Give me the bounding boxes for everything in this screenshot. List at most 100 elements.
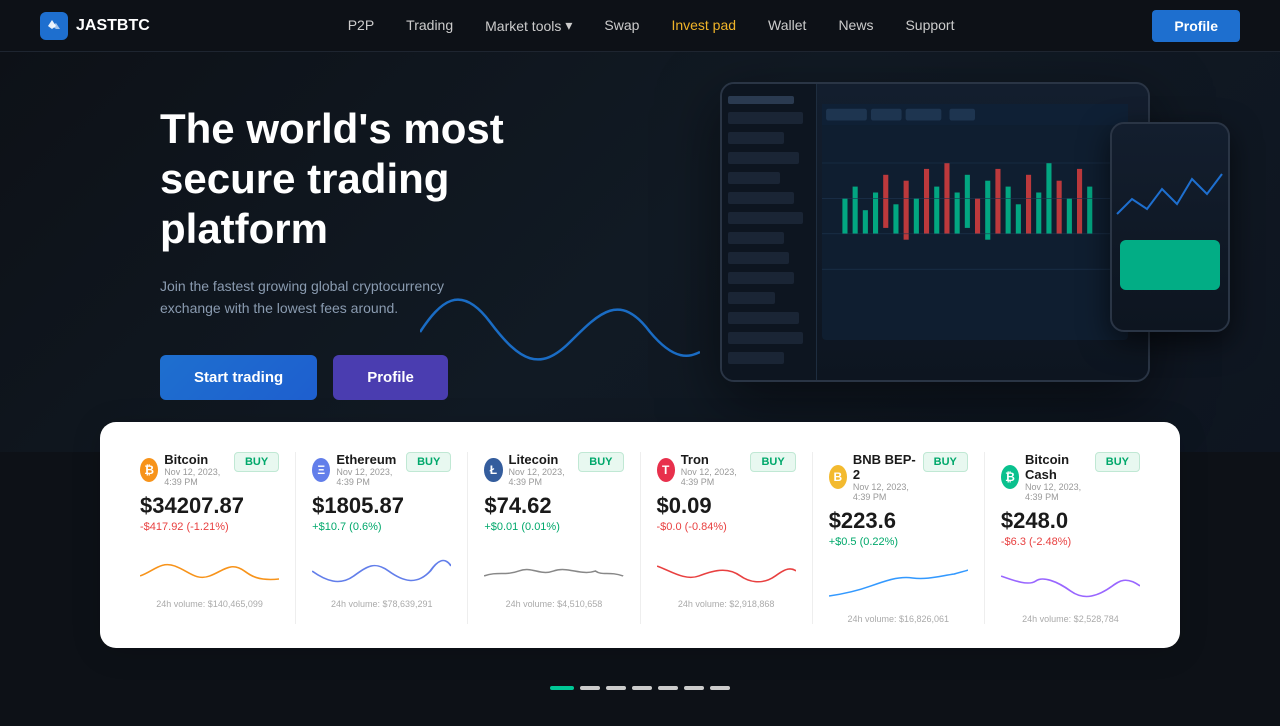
phone-screen	[1112, 124, 1228, 330]
coin-change-btc: -$417.92 (-1.21%)	[140, 521, 279, 533]
pagination-dot-5[interactable]	[684, 686, 704, 690]
coin-volume-trx: 24h volume: $2,918,868	[657, 599, 796, 609]
coin-card-ltc: Ł Litecoin Nov 12, 2023, 4:39 PM BUY $74…	[468, 452, 640, 624]
pagination-dot-4[interactable]	[658, 686, 678, 690]
mini-chart-btc	[140, 541, 279, 591]
coin-volume-eth: 24h volume: $78,639,291	[312, 599, 451, 609]
hero-buttons: Start trading Profile	[160, 355, 600, 400]
coin-info-bch: ₿ Bitcoin Cash Nov 12, 2023, 4:39 PM	[1001, 452, 1095, 502]
coin-cards-row: ₿ Bitcoin Nov 12, 2023, 4:39 PM BUY $342…	[124, 452, 1156, 624]
nav-trading[interactable]: Trading	[406, 17, 453, 33]
nav-profile-button[interactable]: Profile	[1152, 10, 1240, 42]
coin-price-btc: $34207.87	[140, 493, 279, 519]
buy-button-eth[interactable]: BUY	[406, 452, 451, 472]
nav-invest-pad[interactable]: Invest pad	[671, 17, 736, 33]
pagination-dot-3[interactable]	[632, 686, 652, 690]
coin-price-bnb: $223.6	[829, 508, 968, 534]
coin-header-bch: ₿ Bitcoin Cash Nov 12, 2023, 4:39 PM BUY	[1001, 452, 1140, 502]
coin-icon-ltc: Ł	[484, 458, 502, 482]
pagination-dot-1[interactable]	[580, 686, 600, 690]
coin-info-btc: ₿ Bitcoin Nov 12, 2023, 4:39 PM	[140, 452, 234, 487]
coin-name-block-trx: Tron Nov 12, 2023, 4:39 PM	[681, 452, 751, 487]
coin-icon-bch: ₿	[1001, 465, 1019, 489]
coin-volume-ltc: 24h volume: $4,510,658	[484, 599, 623, 609]
nav-p2p[interactable]: P2P	[348, 17, 374, 33]
nav-market-tools[interactable]: Market tools ▾	[485, 17, 572, 34]
brand-name: JASTBTC	[76, 17, 150, 35]
coin-volume-bch: 24h volume: $2,528,784	[1001, 614, 1140, 624]
chart-svg	[822, 104, 1128, 340]
coin-name-eth: Ethereum	[336, 452, 406, 467]
coin-name-block-ltc: Litecoin Nov 12, 2023, 4:39 PM	[509, 452, 579, 487]
coin-card-bnb: B BNB BEP-2 Nov 12, 2023, 4:39 PM BUY $2…	[813, 452, 985, 624]
hero-content: The world's most secure trading platform…	[0, 104, 600, 401]
coin-change-bnb: +$0.5 (0.22%)	[829, 536, 968, 548]
navbar: JASTBTC P2P Trading Market tools ▾ Swap …	[0, 0, 1280, 52]
nav-support[interactable]: Support	[905, 17, 954, 33]
coin-name-block-bch: Bitcoin Cash Nov 12, 2023, 4:39 PM	[1025, 452, 1095, 502]
coin-date-ltc: Nov 12, 2023, 4:39 PM	[509, 467, 579, 487]
phone-green-btn	[1120, 240, 1220, 290]
coin-card-trx: T Tron Nov 12, 2023, 4:39 PM BUY $0.09 -…	[641, 452, 813, 624]
coin-price-eth: $1805.87	[312, 493, 451, 519]
coin-name-bnb: BNB BEP-2	[853, 452, 923, 482]
coin-icon-btc: ₿	[140, 458, 158, 482]
mini-chart-eth	[312, 541, 451, 591]
coin-date-trx: Nov 12, 2023, 4:39 PM	[681, 467, 751, 487]
start-trading-button[interactable]: Start trading	[160, 355, 317, 400]
nav-news[interactable]: News	[838, 17, 873, 33]
mini-chart-ltc	[484, 541, 623, 591]
buy-button-bch[interactable]: BUY	[1095, 452, 1140, 472]
tablet-screen	[722, 84, 1148, 380]
hero-subtitle: Join the fastest growing global cryptocu…	[160, 275, 480, 320]
hero-profile-button[interactable]: Profile	[333, 355, 448, 400]
coin-change-eth: +$10.7 (0.6%)	[312, 521, 451, 533]
coin-header-trx: T Tron Nov 12, 2023, 4:39 PM BUY	[657, 452, 796, 487]
pagination-dot-6[interactable]	[710, 686, 730, 690]
pagination-dot-2[interactable]	[606, 686, 626, 690]
market-section: ₿ Bitcoin Nov 12, 2023, 4:39 PM BUY $342…	[100, 422, 1180, 648]
coin-header-ltc: Ł Litecoin Nov 12, 2023, 4:39 PM BUY	[484, 452, 623, 487]
coin-name-block-bnb: BNB BEP-2 Nov 12, 2023, 4:39 PM	[853, 452, 923, 502]
buy-button-trx[interactable]: BUY	[750, 452, 795, 472]
coin-icon-trx: T	[657, 458, 675, 482]
coin-icon-eth: Ξ	[312, 458, 330, 482]
coin-change-ltc: +$0.01 (0.01%)	[484, 521, 623, 533]
coin-date-btc: Nov 12, 2023, 4:39 PM	[164, 467, 234, 487]
coin-name-ltc: Litecoin	[509, 452, 579, 467]
coin-name-trx: Tron	[681, 452, 751, 467]
coin-info-bnb: B BNB BEP-2 Nov 12, 2023, 4:39 PM	[829, 452, 923, 502]
coin-date-bnb: Nov 12, 2023, 4:39 PM	[853, 482, 923, 502]
phone-chart	[1112, 134, 1230, 254]
nav-links: P2P Trading Market tools ▾ Swap Invest p…	[348, 17, 955, 35]
coin-price-bch: $248.0	[1001, 508, 1140, 534]
hero-title: The world's most secure trading platform	[160, 104, 600, 255]
logo-icon	[40, 12, 68, 40]
brand-logo[interactable]: JASTBTC	[40, 12, 150, 40]
hero-section: The world's most secure trading platform…	[0, 52, 1280, 452]
coin-name-block-eth: Ethereum Nov 12, 2023, 4:39 PM	[336, 452, 406, 487]
nav-swap[interactable]: Swap	[604, 17, 639, 33]
coin-date-eth: Nov 12, 2023, 4:39 PM	[336, 467, 406, 487]
hero-visual	[720, 82, 1220, 422]
coin-header-bnb: B BNB BEP-2 Nov 12, 2023, 4:39 PM BUY	[829, 452, 968, 502]
coin-price-trx: $0.09	[657, 493, 796, 519]
buy-button-bnb[interactable]: BUY	[923, 452, 968, 472]
coin-volume-btc: 24h volume: $140,465,099	[140, 599, 279, 609]
tablet-mockup	[720, 82, 1150, 382]
coin-card-bch: ₿ Bitcoin Cash Nov 12, 2023, 4:39 PM BUY…	[985, 452, 1156, 624]
chart-area	[822, 104, 1128, 340]
coin-name-btc: Bitcoin	[164, 452, 234, 467]
coin-name-block-btc: Bitcoin Nov 12, 2023, 4:39 PM	[164, 452, 234, 487]
nav-wallet[interactable]: Wallet	[768, 17, 806, 33]
coin-price-ltc: $74.62	[484, 493, 623, 519]
buy-button-ltc[interactable]: BUY	[578, 452, 623, 472]
buy-button-btc[interactable]: BUY	[234, 452, 279, 472]
coin-info-ltc: Ł Litecoin Nov 12, 2023, 4:39 PM	[484, 452, 578, 487]
coin-info-eth: Ξ Ethereum Nov 12, 2023, 4:39 PM	[312, 452, 406, 487]
coin-header-btc: ₿ Bitcoin Nov 12, 2023, 4:39 PM BUY	[140, 452, 279, 487]
pagination-dot-0[interactable]	[550, 686, 574, 690]
coin-card-eth: Ξ Ethereum Nov 12, 2023, 4:39 PM BUY $18…	[296, 452, 468, 624]
coin-date-bch: Nov 12, 2023, 4:39 PM	[1025, 482, 1095, 502]
pagination	[0, 678, 1280, 706]
